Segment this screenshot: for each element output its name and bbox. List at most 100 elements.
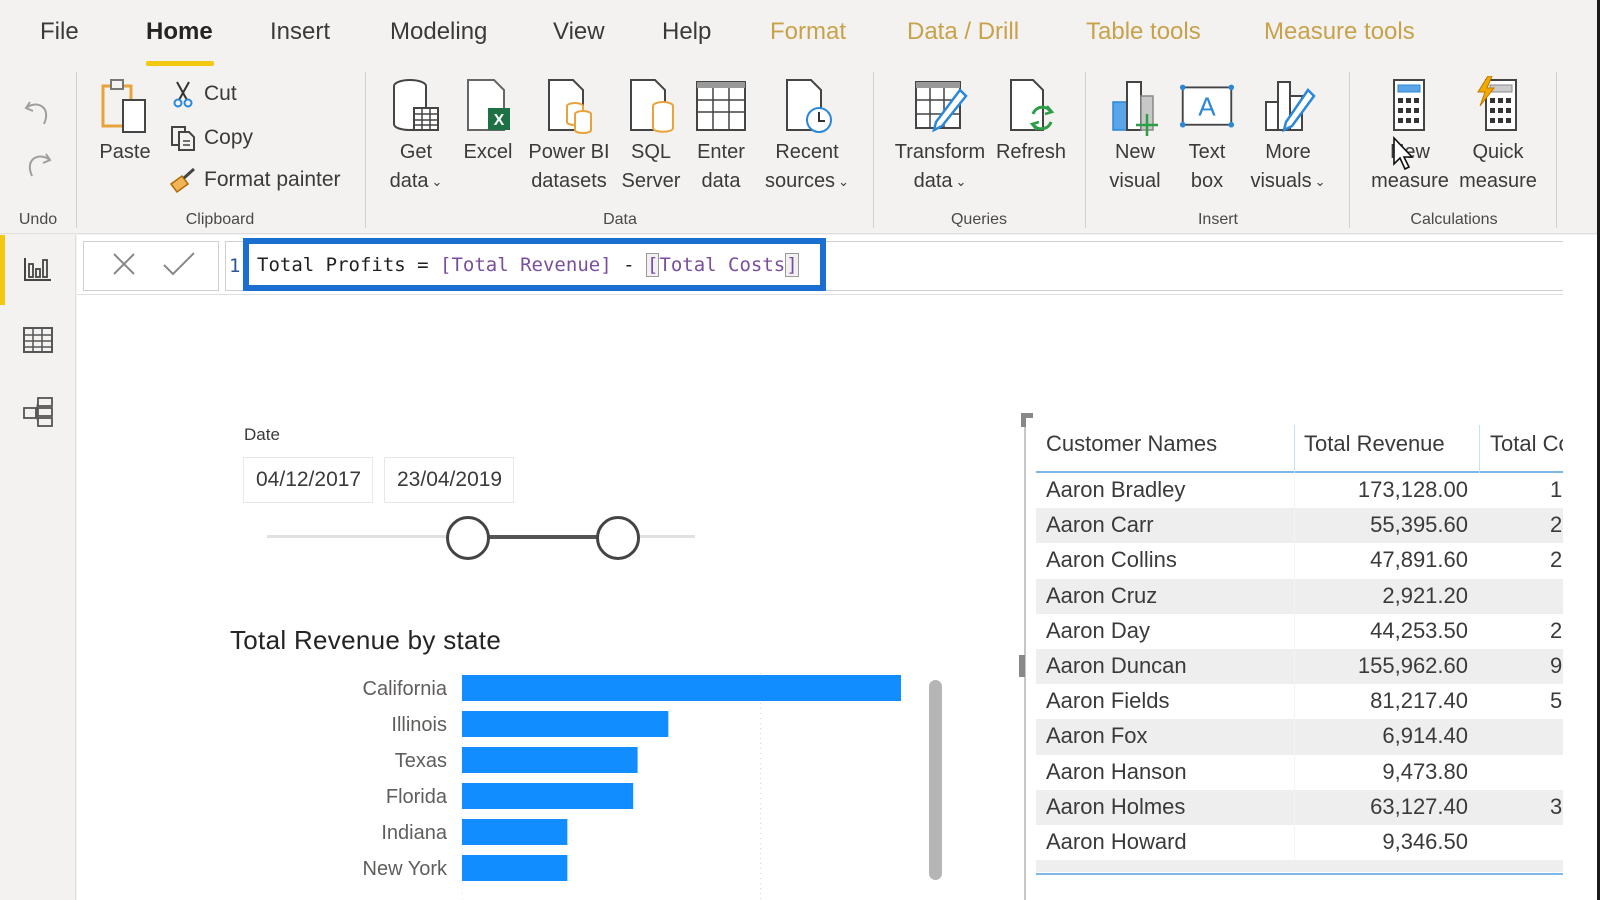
column-divider[interactable] [1479, 425, 1480, 473]
cell-total-revenue: 9,473.80 [1382, 758, 1468, 784]
new-visual-button[interactable]: New visual [1104, 76, 1166, 196]
column-divider[interactable] [1294, 425, 1295, 473]
cell-total-revenue: 63,127.40 [1370, 793, 1468, 819]
category-label: Illinois [391, 714, 447, 736]
canvas-right-edge [1563, 235, 1600, 900]
get-data-button[interactable]: Get data ⌄ [384, 76, 448, 196]
cut-button[interactable]: Cut [166, 78, 237, 110]
cell-customer-name: Aaron Carr [1046, 512, 1154, 538]
resize-handle-side[interactable] [1019, 655, 1025, 677]
mouse-cursor-icon [1392, 135, 1418, 177]
nav-data-view[interactable] [0, 307, 76, 377]
copy-icon [166, 122, 200, 154]
transform-icon [912, 76, 968, 138]
end-date-input[interactable]: 23/04/2019 [384, 457, 514, 503]
cell-customer-name: Aaron Fox [1046, 723, 1148, 749]
group-label-calculations: Calculations [1410, 211, 1498, 228]
minus-operator: - [611, 253, 646, 276]
undo-button[interactable] [18, 92, 58, 137]
nav-model-view[interactable] [0, 379, 76, 449]
tab-help[interactable]: Help [662, 18, 711, 46]
table-row[interactable]: Aaron Carr 55,395.60 2 [1036, 508, 1596, 544]
paste-icon [97, 76, 153, 138]
table-row[interactable]: Aaron Collins 47,891.60 2 [1036, 543, 1596, 579]
cell-total-costs: 2 [1550, 617, 1563, 643]
table-row[interactable]: Aaron Day 44,253.50 2 [1036, 613, 1596, 649]
recent-sources-button[interactable]: Recent sources ⌄ [760, 76, 854, 196]
column-header-total-costs[interactable]: Total Co [1490, 431, 1571, 457]
commit-formula-button[interactable] [161, 248, 197, 284]
tab-insert[interactable]: Insert [270, 18, 330, 46]
recent-clock-icon [779, 76, 835, 138]
chevron-down-icon: ⌄ [431, 174, 443, 190]
ribbon-tabs: File Home Insert Modeling View Help Form… [0, 0, 1600, 68]
chevron-down-icon: ⌄ [1314, 174, 1326, 190]
excel-button[interactable]: X Excel [462, 76, 514, 167]
bar-california[interactable] [462, 675, 901, 701]
nav-report-view[interactable] [0, 235, 76, 305]
table-grid-icon [693, 76, 749, 138]
table-row[interactable]: Aaron Hanson 9,473.80 [1036, 754, 1596, 790]
scissors-icon [166, 78, 200, 110]
view-switcher [0, 235, 76, 900]
tab-modeling[interactable]: Modeling [390, 18, 487, 46]
format-painter-button[interactable]: Format painter [166, 164, 341, 196]
cell-total-costs: 3 [1550, 793, 1563, 819]
table-row[interactable]: Aaron Howard 9,346.50 [1036, 824, 1596, 861]
bar-new-york[interactable] [462, 855, 568, 881]
paste-button[interactable]: Paste [97, 76, 153, 167]
table-row[interactable]: Aaron Fields 81,217.40 5 [1036, 684, 1596, 720]
formula-actions [83, 241, 219, 291]
dax-expression-highlight[interactable]: Total Profits = [Total Revenue] - [Total… [243, 238, 826, 291]
tab-view[interactable]: View [553, 18, 605, 46]
copy-button[interactable]: Copy [166, 122, 253, 154]
quick-measure-button[interactable]: Quick measure [1456, 76, 1540, 196]
bar-florida[interactable] [462, 783, 634, 809]
tab-format[interactable]: Format [770, 18, 846, 46]
cell-customer-name: Aaron Collins [1046, 547, 1177, 573]
redo-button[interactable] [18, 144, 58, 189]
enter-data-button[interactable]: Enter data [690, 76, 752, 196]
more-visuals-button[interactable]: More visuals ⌄ [1246, 76, 1330, 196]
table-row[interactable]: Aaron Duncan 155,962.60 9 [1036, 648, 1596, 685]
measure-ref-total-costs: Total Costs [659, 253, 786, 276]
column-header-total-revenue[interactable]: Total Revenue [1304, 431, 1445, 457]
category-label: Florida [386, 786, 448, 808]
resize-handle-corner[interactable] [1021, 413, 1033, 427]
slider-handle-end[interactable] [595, 516, 640, 560]
column-header-customer-names[interactable]: Customer Names [1046, 431, 1217, 457]
equals-operator: = [405, 253, 441, 276]
slider-handle-start[interactable] [446, 516, 491, 560]
tab-home[interactable]: Home [146, 18, 213, 46]
refresh-button[interactable]: Refresh [994, 76, 1068, 167]
power-bi-datasets-button[interactable]: Power BI datasets [524, 76, 614, 196]
calculator-icon [1382, 76, 1438, 138]
tab-table-tools[interactable]: Table tools [1086, 18, 1201, 46]
chart-scrollbar[interactable] [929, 680, 942, 880]
ribbon-separator [1349, 72, 1350, 228]
text-box-button[interactable]: A Text box [1176, 76, 1238, 196]
bar-texas[interactable] [462, 747, 638, 773]
tab-measure-tools[interactable]: Measure tools [1264, 18, 1415, 46]
start-date-input[interactable]: 04/12/2017 [243, 457, 373, 503]
bar-indiana[interactable] [462, 819, 568, 845]
dataset-icon [541, 76, 597, 138]
tab-file[interactable]: File [40, 18, 79, 46]
cell-divider [1294, 613, 1295, 649]
cell-divider [1294, 754, 1295, 790]
report-canvas: 1 Total Profits = [Total Revenue] - [Tot… [77, 235, 1600, 900]
cell-customer-name: Aaron Duncan [1046, 652, 1187, 678]
cancel-formula-button[interactable] [106, 248, 142, 284]
bar-illinois[interactable] [462, 711, 669, 737]
measure-name: Total Profits [257, 253, 406, 276]
tab-data-drill[interactable]: Data / Drill [907, 18, 1019, 46]
table-row[interactable]: Aaron Bradley173,128.0010 [1036, 473, 1596, 509]
quick-measure-icon [1470, 76, 1526, 138]
table-row[interactable]: Aaron Holmes 63,127.40 3 [1036, 789, 1596, 825]
sql-server-button[interactable]: SQL Server [618, 76, 684, 196]
table-row[interactable]: Aaron Cruz 2,921.20 [1036, 578, 1596, 614]
slicer-title: Date [244, 425, 280, 444]
power-bi-desktop: File Home Insert Modeling View Help Form… [0, 0, 1600, 900]
transform-data-button[interactable]: Transform data ⌄ [892, 76, 988, 196]
table-row[interactable]: Aaron Fox 6,914.40 [1036, 719, 1596, 755]
